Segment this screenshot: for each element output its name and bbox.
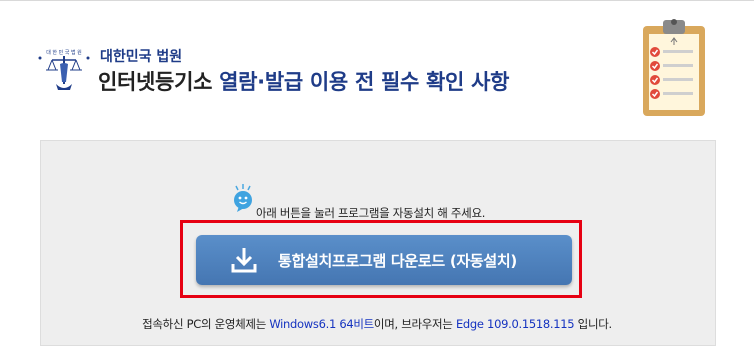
env-prefix: 접속하신 PC의 운영체제는 bbox=[142, 317, 270, 331]
speech-bubble-icon bbox=[230, 184, 256, 216]
title-part-1: 인터넷등기소 bbox=[98, 70, 220, 94]
env-os: Windows6.1 64비트 bbox=[269, 317, 374, 331]
svg-text:대 한 민 국 법 원: 대 한 민 국 법 원 bbox=[46, 49, 82, 56]
env-middle: 이며, 브라우저는 bbox=[373, 317, 456, 331]
download-icon bbox=[230, 246, 258, 274]
court-name: 대한민국 법원 bbox=[100, 49, 183, 65]
env-suffix: 입니다. bbox=[574, 317, 613, 331]
notice-text: 아래 버튼을 눌러 프로그램을 자동설치 해 주세요. bbox=[256, 206, 486, 220]
env-browser: Edge 109.0.1518.115 bbox=[455, 317, 575, 331]
environment-info: 접속하신 PC의 운영체제는 Windows6.1 64비트이며, 브라우저는 … bbox=[0, 316, 754, 332]
download-button-label: 통합설치프로그램 다운로드 (자동설치) bbox=[278, 252, 517, 270]
clipboard-checklist-icon bbox=[641, 14, 707, 118]
court-emblem-icon: 대 한 민 국 법 원 bbox=[34, 44, 94, 96]
title-part-2: 열람·발급 이용 전 필수 확인 사항 bbox=[219, 70, 510, 94]
page-header: 대 한 민 국 법 원 대한민국 법원 인터넷등기소 열람·발급 이용 전 필수… bbox=[0, 0, 754, 130]
download-installer-button[interactable]: 통합설치프로그램 다운로드 (자동설치) bbox=[196, 235, 572, 285]
page-title: 인터넷등기소 열람·발급 이용 전 필수 확인 사항 bbox=[98, 66, 509, 96]
